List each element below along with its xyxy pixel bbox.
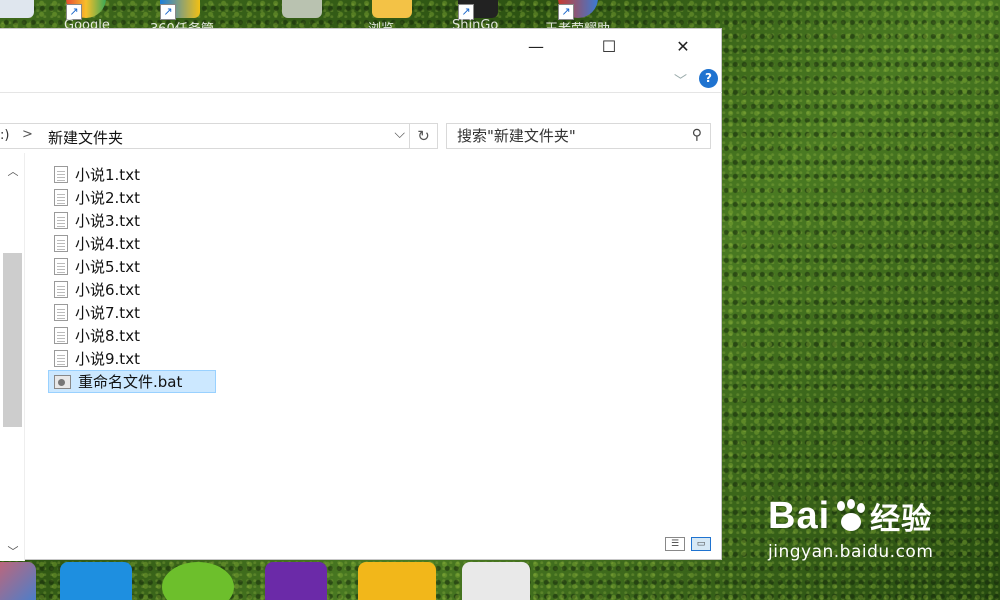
desktop-icon-google[interactable]: ↗ bbox=[66, 0, 106, 20]
maximize-button[interactable]: ☐ bbox=[586, 29, 632, 63]
text-file-icon bbox=[54, 350, 68, 367]
taskbar-icon-settings[interactable] bbox=[462, 562, 530, 600]
file-item[interactable]: 小说6.txt bbox=[48, 278, 216, 301]
file-item[interactable]: 小说4.txt bbox=[48, 232, 216, 255]
file-list: 小说1.txt 小说2.txt 小说3.txt 小说4.txt 小说5.txt … bbox=[48, 163, 348, 393]
navigation-row: :) > 新建文件夹 ⌵ ↻ ⚲ bbox=[0, 123, 722, 153]
text-file-icon bbox=[54, 235, 68, 252]
taskbar-icon-clock[interactable] bbox=[265, 562, 327, 600]
pane-divider bbox=[24, 153, 25, 561]
file-name: 小说2.txt bbox=[75, 189, 140, 207]
file-name: 小说5.txt bbox=[75, 258, 140, 276]
file-name: 小说9.txt bbox=[75, 350, 140, 368]
search-input[interactable] bbox=[447, 124, 679, 148]
navigation-pane-scrollbar[interactable]: ︿ ﹀ bbox=[0, 153, 25, 561]
file-item[interactable]: 小说7.txt bbox=[48, 301, 216, 324]
scrollbar-thumb[interactable] bbox=[3, 253, 22, 427]
watermark-logo: Bai 经验 bbox=[768, 494, 933, 538]
file-name: 小说7.txt bbox=[75, 304, 140, 322]
text-file-icon bbox=[54, 327, 68, 344]
desktop-icon-folder[interactable] bbox=[372, 0, 412, 18]
text-file-icon bbox=[54, 189, 68, 206]
file-name: 小说4.txt bbox=[75, 235, 140, 253]
explorer-window: — ☐ ✕ ﹀ ? :) > 新建文件夹 ⌵ ↻ ⚲ ︿ ﹀ 小说1.txt 小… bbox=[0, 28, 722, 561]
taskbar-icon-photos[interactable] bbox=[0, 562, 36, 600]
file-item[interactable]: 小说2.txt bbox=[48, 186, 216, 209]
file-name: 小说1.txt bbox=[75, 166, 140, 184]
text-file-icon bbox=[54, 212, 68, 229]
text-file-icon bbox=[54, 281, 68, 298]
minimize-button[interactable]: — bbox=[513, 29, 559, 63]
desktop-icon-wangzhe[interactable]: ↗ bbox=[558, 0, 598, 20]
paw-icon bbox=[833, 499, 867, 533]
search-box[interactable]: ⚲ bbox=[446, 123, 711, 149]
text-file-icon bbox=[54, 166, 68, 183]
desktop-icon-partial-gray[interactable] bbox=[282, 0, 322, 18]
details-view-icon[interactable]: ☰ bbox=[665, 537, 685, 551]
taskbar-icon-360[interactable] bbox=[162, 562, 234, 600]
refresh-icon: ↻ bbox=[417, 127, 430, 145]
view-toggle: ☰ ▭ bbox=[665, 537, 711, 551]
file-item[interactable]: 小说8.txt bbox=[48, 324, 216, 347]
address-dropdown-icon[interactable]: ⌵ bbox=[394, 126, 405, 142]
breadcrumb-separator-icon[interactable]: > bbox=[22, 127, 33, 142]
address-bar[interactable]: :) > 新建文件夹 ⌵ bbox=[0, 123, 410, 149]
large-icons-view-icon[interactable]: ▭ bbox=[691, 537, 711, 551]
scroll-up-icon[interactable]: ︿ bbox=[6, 163, 20, 178]
desktop-icon-360[interactable]: ↗ bbox=[160, 0, 200, 20]
taskbar-icon-wps[interactable] bbox=[60, 562, 132, 600]
taskbar-icon-search-app[interactable] bbox=[358, 562, 436, 600]
search-icon[interactable]: ⚲ bbox=[692, 127, 702, 143]
file-name: 小说3.txt bbox=[75, 212, 140, 230]
help-icon[interactable]: ? bbox=[699, 69, 718, 88]
file-name: 重命名文件.bat bbox=[78, 373, 183, 391]
batch-file-icon bbox=[54, 374, 71, 389]
file-item[interactable]: 小说9.txt bbox=[48, 347, 216, 370]
file-item-selected[interactable]: 重命名文件.bat bbox=[48, 370, 216, 393]
address-prefix: :) bbox=[0, 128, 10, 143]
desktop-icon-partial[interactable] bbox=[0, 0, 34, 18]
desktop-icon-shingo[interactable]: ↗ bbox=[458, 0, 498, 20]
text-file-icon bbox=[54, 304, 68, 321]
file-item[interactable]: 小说5.txt bbox=[48, 255, 216, 278]
chevron-down-icon[interactable]: ﹀ bbox=[674, 70, 690, 89]
scroll-down-icon[interactable]: ﹀ bbox=[6, 543, 20, 558]
file-item[interactable]: 小说3.txt bbox=[48, 209, 216, 232]
title-bar[interactable]: — ☐ ✕ bbox=[0, 29, 722, 63]
refresh-button[interactable]: ↻ bbox=[410, 123, 438, 149]
file-item[interactable]: 小说1.txt bbox=[48, 163, 216, 186]
text-file-icon bbox=[54, 258, 68, 275]
file-name: 小说8.txt bbox=[75, 327, 140, 345]
ribbon-bar: ﹀ ? bbox=[0, 63, 722, 93]
breadcrumb-current-folder[interactable]: 新建文件夹 bbox=[48, 127, 123, 148]
close-button[interactable]: ✕ bbox=[660, 29, 706, 63]
file-name: 小说6.txt bbox=[75, 281, 140, 299]
watermark-site: jingyan.baidu.com bbox=[768, 542, 934, 562]
baidu-watermark: Bai 经验 jingyan.baidu.com bbox=[768, 494, 934, 563]
